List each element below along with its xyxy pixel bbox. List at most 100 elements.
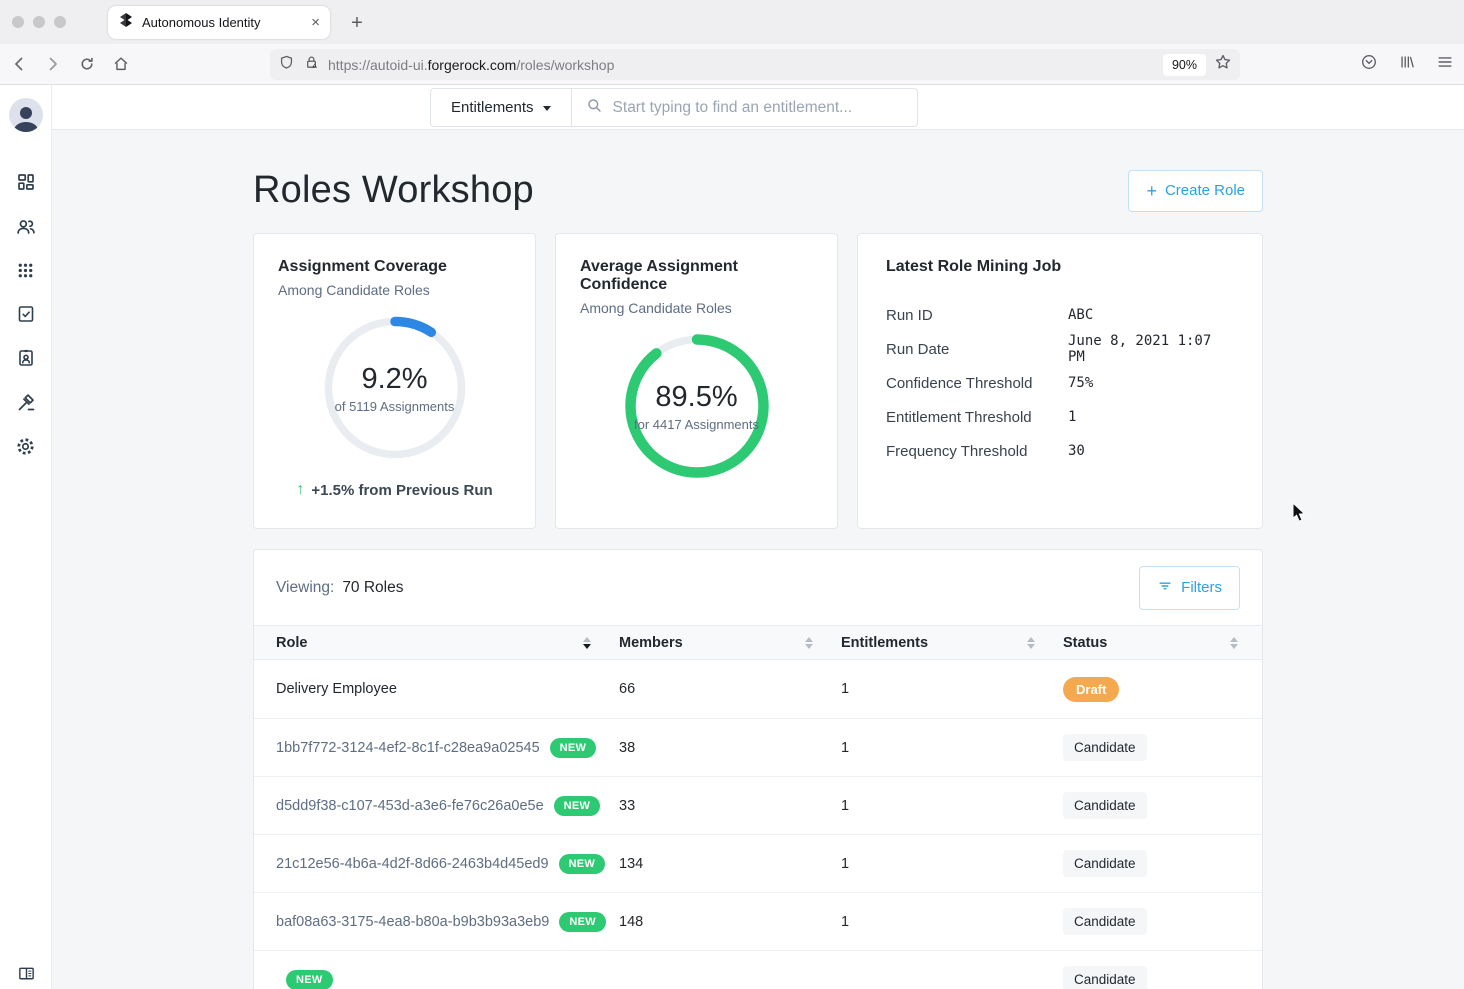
library-icon[interactable]	[1398, 53, 1416, 76]
app-sidebar	[0, 85, 52, 989]
coverage-percent: 9.2%	[361, 363, 427, 396]
tracking-shield-icon[interactable]	[278, 54, 295, 76]
scope-dropdown[interactable]: Entitlements	[431, 89, 572, 126]
delta-text: +1.5% from Previous Run	[311, 482, 492, 499]
tab-title: Autonomous Identity	[142, 15, 303, 30]
entitlement-search[interactable]	[572, 89, 917, 126]
browser-tab[interactable]: Autonomous Identity ×	[108, 6, 330, 39]
mining-detail-row: Confidence Threshold 75%	[886, 366, 1234, 400]
sidebar-item-dashboard[interactable]	[0, 160, 51, 204]
viewing-value: 70 Roles	[342, 579, 403, 596]
new-badge: NEW	[550, 738, 597, 758]
search-input[interactable]	[613, 99, 903, 117]
back-button[interactable]	[4, 49, 34, 79]
id-badge-icon	[16, 348, 36, 368]
role-name[interactable]: 21c12e56-4b6a-4d2f-8d66-2463b4d45ed9	[276, 856, 549, 872]
sidebar-item-identities[interactable]	[0, 336, 51, 380]
table-row[interactable]: 21c12e56-4b6a-4d2f-8d66-2463b4d45ed9 NEW…	[254, 834, 1262, 892]
mining-detail-value: 30	[1068, 443, 1085, 459]
new-badge: NEW	[554, 796, 601, 816]
sidebar-item-applications[interactable]	[0, 248, 51, 292]
reload-icon[interactable]	[72, 49, 102, 79]
table-row[interactable]: 1bb7f772-3124-4ef2-8c1f-c28ea9a02545 NEW…	[254, 718, 1262, 776]
entitlements-cell: 1	[841, 740, 1063, 756]
card-title: Assignment Coverage	[278, 258, 511, 276]
table-row[interactable]: baf08a63-3175-4ea8-b80a-b9b3b93a3eb9 NEW…	[254, 892, 1262, 950]
forward-button[interactable]	[38, 49, 68, 79]
filters-button[interactable]: Filters	[1139, 566, 1240, 610]
mining-detail-value: 1	[1068, 409, 1076, 425]
forgerock-logo-icon	[118, 12, 134, 33]
coverage-delta: ↑ +1.5% from Previous Run	[278, 481, 511, 499]
mining-detail-row: Run Date June 8, 2021 1:07 PM	[886, 332, 1234, 366]
zoom-level-chip[interactable]: 90%	[1163, 54, 1206, 76]
role-mining-job-card: Latest Role Mining Job Run ID ABC Run Da…	[857, 233, 1263, 529]
create-role-label: Create Role	[1165, 182, 1245, 199]
confidence-donut-chart: 89.5% for 4417 Assignments	[621, 330, 773, 482]
lock-icon[interactable]	[303, 54, 320, 76]
column-header-role[interactable]: Role	[276, 635, 619, 651]
status-badge: Candidate	[1063, 966, 1147, 989]
create-role-button[interactable]: + Create Role	[1128, 170, 1263, 212]
card-title: Average Assignment Confidence	[580, 258, 813, 294]
sidebar-item-tasks[interactable]	[0, 292, 51, 336]
new-badge: NEW	[559, 854, 606, 874]
table-row[interactable]: Delivery Employee 66 1 Draft	[254, 660, 1262, 718]
browser-navbar: https://autoid-ui.forgerock.com/roles/wo…	[0, 44, 1464, 85]
mining-detail-row: Frequency Threshold 30	[886, 434, 1234, 468]
browser-tabstrip: Autonomous Identity × +	[0, 0, 1464, 44]
filters-label: Filters	[1181, 579, 1222, 596]
apps-grid-icon	[16, 261, 35, 280]
card-title: Latest Role Mining Job	[886, 258, 1234, 276]
viewing-label: Viewing:	[276, 579, 334, 596]
dashboard-grid-icon	[16, 172, 36, 192]
mining-detail-row: Entitlement Threshold 1	[886, 400, 1234, 434]
filter-icon	[1157, 578, 1173, 598]
column-header-status[interactable]: Status	[1063, 635, 1240, 651]
home-icon[interactable]	[106, 49, 136, 79]
sort-icon	[805, 637, 813, 649]
url-text: https://autoid-ui.forgerock.com/roles/wo…	[328, 57, 1155, 73]
mining-detail-value: 75%	[1068, 375, 1093, 391]
window-zoom-button[interactable]	[54, 16, 66, 28]
mining-detail-label: Frequency Threshold	[886, 443, 1068, 460]
bookmark-star-icon[interactable]	[1214, 53, 1232, 76]
search-icon	[586, 97, 603, 119]
mining-detail-label: Entitlement Threshold	[886, 409, 1068, 426]
entitlement-search-bar: Entitlements	[52, 85, 1464, 130]
close-icon[interactable]: ×	[311, 15, 320, 30]
sidebar-collapse-button[interactable]	[0, 964, 52, 983]
confidence-caption: for 4417 Assignments	[634, 417, 759, 432]
page-title: Roles Workshop	[253, 169, 534, 212]
members-cell: 134	[619, 856, 841, 872]
role-name[interactable]: Delivery Employee	[276, 681, 397, 697]
mining-detail-row: Run ID ABC	[886, 298, 1234, 332]
pocket-icon[interactable]	[1360, 53, 1378, 76]
assignment-coverage-card: Assignment Coverage Among Candidate Role…	[253, 233, 536, 529]
menu-icon[interactable]	[1436, 53, 1454, 76]
url-bar[interactable]: https://autoid-ui.forgerock.com/roles/wo…	[270, 49, 1240, 80]
column-header-members[interactable]: Members	[619, 635, 841, 651]
confidence-percent: 89.5%	[655, 381, 737, 414]
sidebar-item-rules[interactable]	[0, 380, 51, 424]
mining-detail-value: June 8, 2021 1:07 PM	[1068, 333, 1234, 365]
gear-icon	[15, 436, 36, 457]
entitlements-cell: 1	[841, 681, 1063, 697]
role-name[interactable]: 1bb7f772-3124-4ef2-8c1f-c28ea9a02545	[276, 740, 540, 756]
role-name[interactable]: d5dd9f38-c107-453d-a3e6-fe76c26a0e5e	[276, 798, 544, 814]
window-minimize-button[interactable]	[33, 16, 45, 28]
new-badge: NEW	[559, 912, 606, 932]
scope-dropdown-label: Entitlements	[451, 99, 534, 116]
window-close-button[interactable]	[12, 16, 24, 28]
sidebar-item-settings[interactable]	[0, 424, 51, 468]
column-header-entitlements[interactable]: Entitlements	[841, 635, 1063, 651]
mining-detail-label: Run ID	[886, 307, 1068, 324]
table-row[interactable]: d5dd9f38-c107-453d-a3e6-fe76c26a0e5e NEW…	[254, 776, 1262, 834]
sidebar-item-users[interactable]	[0, 204, 51, 248]
table-row[interactable]: NEW Candidate	[254, 950, 1262, 989]
role-name[interactable]: baf08a63-3175-4ea8-b80a-b9b3b93a3eb9	[276, 914, 549, 930]
new-tab-button[interactable]: +	[344, 10, 370, 36]
avatar[interactable]	[9, 98, 43, 132]
chevron-down-icon	[543, 106, 551, 111]
card-subtitle: Among Candidate Roles	[278, 282, 511, 298]
